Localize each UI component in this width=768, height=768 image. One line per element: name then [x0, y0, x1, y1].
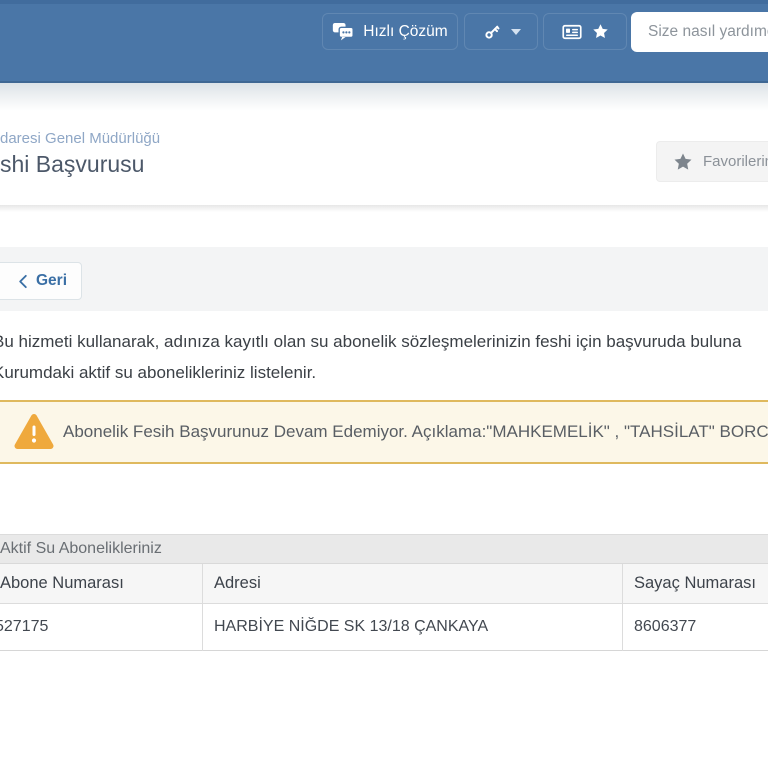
header-gradient-strip — [0, 83, 768, 111]
id-card-icon — [561, 22, 583, 42]
toolbar-band — [0, 247, 768, 311]
column-header-abone-numarasi: Abone Numarası — [0, 574, 124, 592]
back-button[interactable]: Geri — [0, 262, 82, 300]
favorite-star-icon — [673, 152, 693, 172]
column-divider-2 — [622, 564, 623, 651]
table-row: 527175 HARBİYE NİĞDE SK 13/18 ÇANKAYA 86… — [0, 604, 768, 651]
warning-triangle-icon — [14, 413, 54, 451]
chevron-down-icon — [510, 28, 521, 35]
cell-adresi: HARBİYE NİĞDE SK 13/18 ÇANKAYA — [214, 618, 489, 635]
add-to-favorites-label: Favorilerime — [703, 153, 768, 170]
services-dropdown-button[interactable] — [464, 13, 538, 50]
warning-message: Abonelik Fesih Başvurunuz Devam Edemiyor… — [63, 422, 768, 441]
top-navigation-bar: Hızlı Çözüm — [0, 0, 768, 83]
cell-abone-numarasi: 527175 — [0, 618, 49, 635]
search-input[interactable] — [631, 12, 768, 52]
key-icon — [482, 22, 502, 42]
cell-sayac-numarasi: 8606377 — [634, 618, 697, 635]
chat-bubbles-icon — [332, 22, 355, 41]
star-icon — [592, 23, 609, 40]
page: Hızlı Çözüm Size nasıl yardımcı olabilir… — [0, 0, 768, 768]
add-to-favorites-button[interactable]: Favorilerime — [656, 141, 768, 182]
column-header-adresi: Adresi — [214, 574, 261, 592]
quick-solution-label: Hızlı Çözüm — [363, 22, 448, 40]
table-title-bar: Aktif Su Abonelikleriniz — [0, 534, 768, 564]
quick-solution-button[interactable]: Hızlı Çözüm — [322, 13, 458, 50]
table-title: Aktif Su Abonelikleriniz — [0, 540, 162, 557]
column-header-sayac-numarasi: Sayaç Numarası — [634, 574, 756, 592]
service-description: Bu hizmeti kullanarak, adınıza kayıtlı o… — [0, 326, 741, 388]
profile-favorites-button[interactable] — [543, 13, 627, 50]
chevron-left-icon — [18, 274, 28, 289]
back-button-label: Geri — [35, 272, 67, 289]
table-header-row: Abone Numarası Adresi Sayaç Numarası — [0, 564, 768, 604]
institution-link[interactable]: daresi Genel Müdürlüğü — [0, 130, 160, 147]
warning-banner: Abonelik Fesih Başvurunuz Devam Edemiyor… — [0, 400, 768, 464]
column-divider-1 — [202, 564, 203, 651]
title-bottom-shadow — [0, 205, 768, 212]
page-title: shi Başvurusu — [0, 151, 145, 177]
service-description-line2: Kurumdaki aktif su abonelikleriniz liste… — [0, 363, 317, 382]
service-description-line1: Bu hizmeti kullanarak, adınıza kayıtlı o… — [0, 332, 742, 351]
